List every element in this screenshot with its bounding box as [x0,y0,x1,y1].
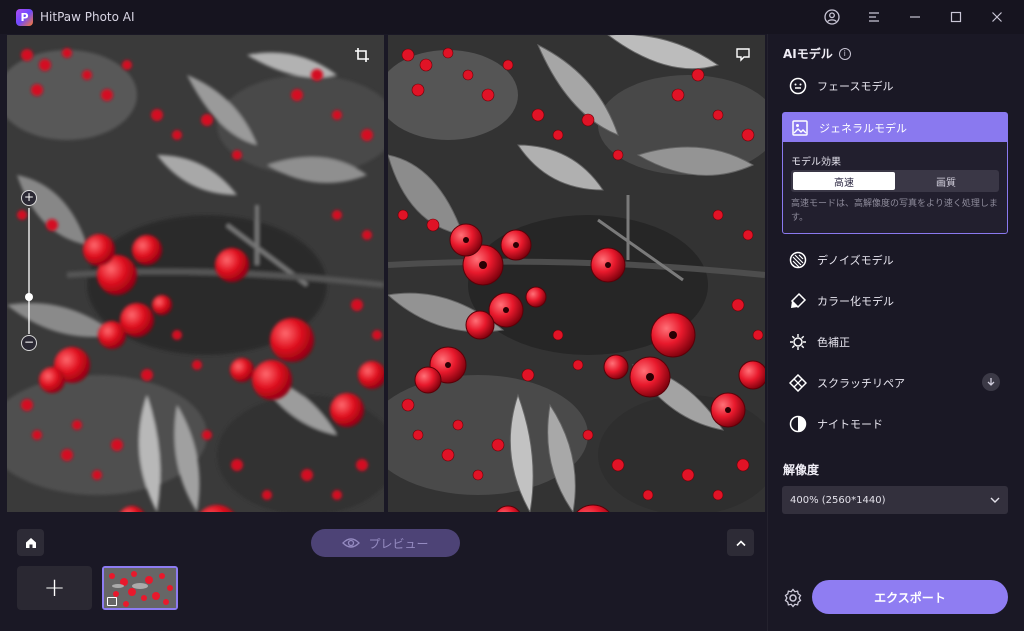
zoom-track[interactable] [28,208,30,334]
zoom-slider[interactable]: + − [21,190,37,351]
preview-button[interactable]: プレビュー [311,529,460,557]
denoise-icon [789,251,807,269]
home-button[interactable] [17,529,44,556]
original-photo [7,35,384,512]
user-icon[interactable] [820,6,844,28]
model-item-denoise[interactable]: デノイズモデル [783,245,1008,275]
effect-option-quality[interactable]: 画質 [895,172,997,190]
model-label-night: ナイトモード [817,418,883,431]
app-title: HitPaw Photo AI [40,10,135,24]
effect-option-fast[interactable]: 高速 [793,172,895,190]
resolution-label: 解像度 [783,463,820,477]
colorize-icon [789,292,807,310]
model-item-color-correct[interactable]: 色補正 [783,327,1008,357]
image-canvas[interactable]: + − [7,35,765,512]
model-label-face: フェースモデル [817,80,894,93]
general-model-card: ジェネラルモデル モデル効果 高速 画質 高速モードは、高解像度の写真をより速く… [782,112,1008,234]
enhanced-image-pane [388,35,765,512]
resolution-value: 400% (2560*1440) [790,494,886,506]
scratch-icon [789,374,807,392]
app-logo-letter: P [20,11,29,24]
image-thumbnail[interactable] [102,566,178,610]
export-button[interactable]: エクスポート [812,580,1008,614]
menu-icon[interactable] [862,6,886,28]
model-item-night[interactable]: ナイトモード [783,409,1008,439]
model-item-colorize[interactable]: カラー化モデル [783,286,1008,316]
zoom-out-button[interactable]: − [21,335,37,351]
night-icon [789,415,807,433]
image-icon [791,119,809,137]
image-type-icon [107,597,117,606]
title-bar: P HitPaw Photo AI [0,0,1024,34]
info-icon[interactable]: i [838,47,851,60]
model-label-denoise: デノイズモデル [817,254,894,267]
preview-label: プレビュー [368,536,429,551]
ai-model-heading: AIモデル i [783,45,851,62]
model-effect-toggle[interactable]: 高速 画質 [791,170,999,192]
close-icon[interactable] [985,6,1009,28]
chevron-down-icon [990,497,1000,503]
face-icon [789,77,807,95]
zoom-in-button[interactable]: + [21,190,37,206]
sidebar: AIモデル i フェースモデル ジェネラルモデル モデル効果 高速 画質 高速モ… [767,34,1024,631]
zoom-thumb[interactable] [25,293,33,301]
minimize-icon[interactable] [903,6,927,28]
model-item-scratch[interactable]: スクラッチリペア [783,368,1008,398]
model-effect-description: 高速モードは、高解像度の写真をより速く処理します。 [791,199,998,223]
settings-button[interactable] [782,587,804,609]
add-image-label: + [43,573,66,603]
model-effect-label: モデル効果 [791,157,841,168]
eye-icon [342,538,361,548]
collapse-button[interactable] [727,529,754,556]
download-icon[interactable] [982,373,1000,391]
app-logo: P [16,9,33,26]
model-label-colorize: カラー化モデル [817,295,894,308]
chevron-up-icon [735,539,746,546]
gear-icon [784,588,802,608]
original-image-pane: + − [7,35,384,512]
feedback-icon[interactable] [732,44,754,66]
model-label-scratch: スクラッチリペア [817,377,905,390]
maximize-icon[interactable] [944,6,968,28]
model-item-face[interactable]: フェースモデル [783,71,1008,101]
ai-model-title: AIモデル [783,47,833,61]
model-label-color-correct: 色補正 [817,336,850,349]
enhanced-photo [388,35,765,512]
resolution-select[interactable]: 400% (2560*1440) [782,486,1008,514]
model-item-general[interactable]: ジェネラルモデル [783,113,1007,142]
model-label-general: ジェネラルモデル [819,121,907,135]
color-correct-icon [789,333,807,351]
crop-icon[interactable] [351,44,373,66]
home-icon [25,537,36,548]
add-image-button[interactable]: + [17,566,92,610]
